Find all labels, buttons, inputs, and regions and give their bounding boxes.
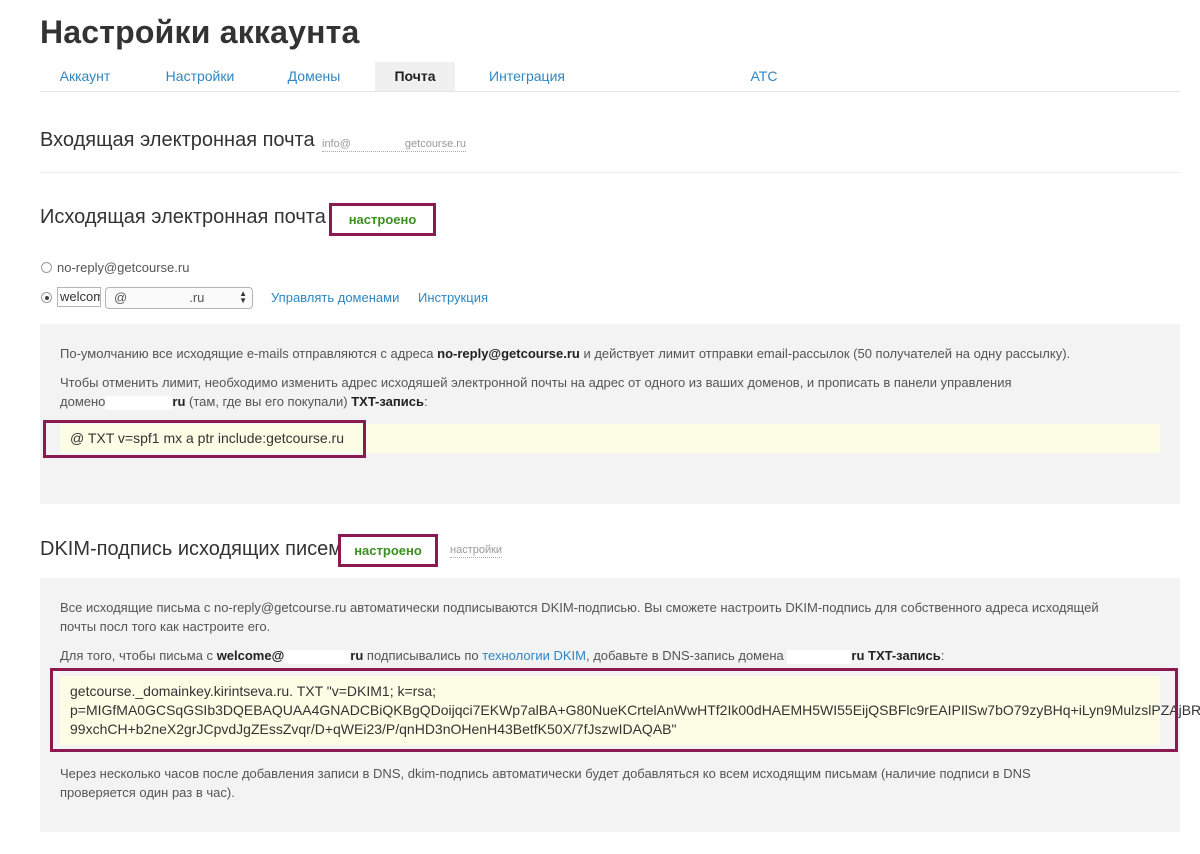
text: подписывались по	[366, 648, 479, 663]
domain-select-prefix: @	[114, 290, 128, 305]
text: :	[940, 648, 945, 663]
sender-email-suffix: ru	[350, 648, 364, 663]
tab-account[interactable]: Аккаунт	[40, 62, 130, 91]
text: :	[423, 394, 428, 409]
masked-domain	[350, 138, 405, 150]
tab-integration[interactable]: Интеграция	[472, 62, 582, 91]
incoming-address-prefix: info@	[322, 138, 351, 150]
radio-default-address[interactable]	[41, 262, 52, 273]
outgoing-info-paragraph-1: По-умолчанию все исходящие e-mails отпра…	[60, 344, 1160, 363]
domain-select[interactable]: @ .ru ▲ ▼	[105, 287, 253, 309]
outgoing-info-paragraph-2: Чтобы отменить лимит, необходимо изменит…	[60, 373, 1160, 411]
dkim-info-paragraph-3: Через несколько часов после добавления з…	[60, 764, 1165, 802]
outgoing-status-badge: настроено	[329, 203, 436, 236]
dkim-info-paragraph-1: Все исходящие письма с no-reply@getcours…	[60, 598, 1165, 636]
dkim-title: DKIM-подпись исходящих писем	[40, 538, 343, 560]
incoming-address-link[interactable]: info@ getcourse.ru	[322, 138, 467, 152]
text: Для того, чтобы письма с	[60, 648, 214, 663]
text: почты посл того как настроите его.	[60, 619, 271, 634]
text: и действует лимит отправки email-рассыло…	[583, 346, 1071, 361]
local-part-input[interactable]: welcome	[57, 287, 101, 307]
text: , добавьте в DNS-запись домена	[585, 648, 784, 663]
masked-domain	[787, 649, 852, 664]
txt-record-label: TXT-запись	[351, 394, 424, 409]
tab-settings[interactable]: Настройки	[150, 62, 250, 91]
outgoing-info-box: По-умолчанию все исходящие e-mails отпра…	[40, 324, 1180, 504]
spf-record-highlight	[43, 420, 366, 458]
text: Чтобы отменить лимит, необходимо изменит…	[60, 375, 1012, 390]
dkim-record-highlight	[50, 668, 1178, 752]
tab-ats[interactable]: АТС	[736, 62, 792, 91]
tab-domains[interactable]: Домены	[268, 62, 360, 91]
masked-domain	[127, 292, 190, 305]
incoming-mail-title: Входящая электронная почта	[40, 129, 315, 151]
dkim-settings-link[interactable]: настройки	[450, 544, 503, 558]
manage-domains-link[interactable]: Управлять доменами	[271, 290, 399, 305]
dkim-technology-link[interactable]: технологии DKIM	[482, 648, 586, 663]
sender-email-prefix: welcome@	[216, 648, 285, 663]
text: Через несколько часов после добавления з…	[60, 766, 1031, 781]
dkim-status-badge: настроено	[338, 534, 438, 567]
default-sender-address: no-reply@getcourse.ru	[437, 346, 580, 361]
default-address-label: no-reply@getcourse.ru	[57, 260, 190, 275]
section-divider	[40, 172, 1180, 173]
incoming-address-suffix: getcourse.ru	[404, 138, 467, 150]
masked-domain	[284, 649, 351, 664]
account-settings-page: Настройки аккаунта Аккаунт Настройки Дом…	[0, 0, 1200, 854]
radio-custom-address[interactable]	[41, 292, 52, 303]
select-arrows-icon: ▲ ▼	[239, 289, 247, 305]
text: Все исходящие письма с no-reply@getcours…	[60, 600, 1099, 615]
masked-domain	[105, 395, 173, 410]
dkim-domain-label: ru TXT-запись	[851, 648, 941, 663]
text: (там, где вы его покупали)	[189, 394, 348, 409]
instruction-link[interactable]: Инструкция	[418, 290, 488, 305]
text: По-умолчанию все исходящие e-mails отпра…	[60, 346, 434, 361]
outgoing-mail-title: Исходящая электронная почта	[40, 206, 326, 228]
domain-select-value: @ .ru	[114, 290, 204, 305]
text: домено	[60, 394, 106, 409]
tabs-bar: Аккаунт Настройки Домены Почта Интеграци…	[40, 62, 1180, 92]
tab-mail[interactable]: Почта	[375, 62, 455, 91]
dkim-info-paragraph-2: Для того, чтобы письма с welcome@ ru подп…	[60, 646, 1165, 665]
page-title: Настройки аккаунта	[40, 14, 360, 50]
domain-select-suffix: .ru	[189, 290, 205, 305]
domain-name: ru	[172, 394, 186, 409]
text: проверяется один раз в час).	[60, 785, 235, 800]
